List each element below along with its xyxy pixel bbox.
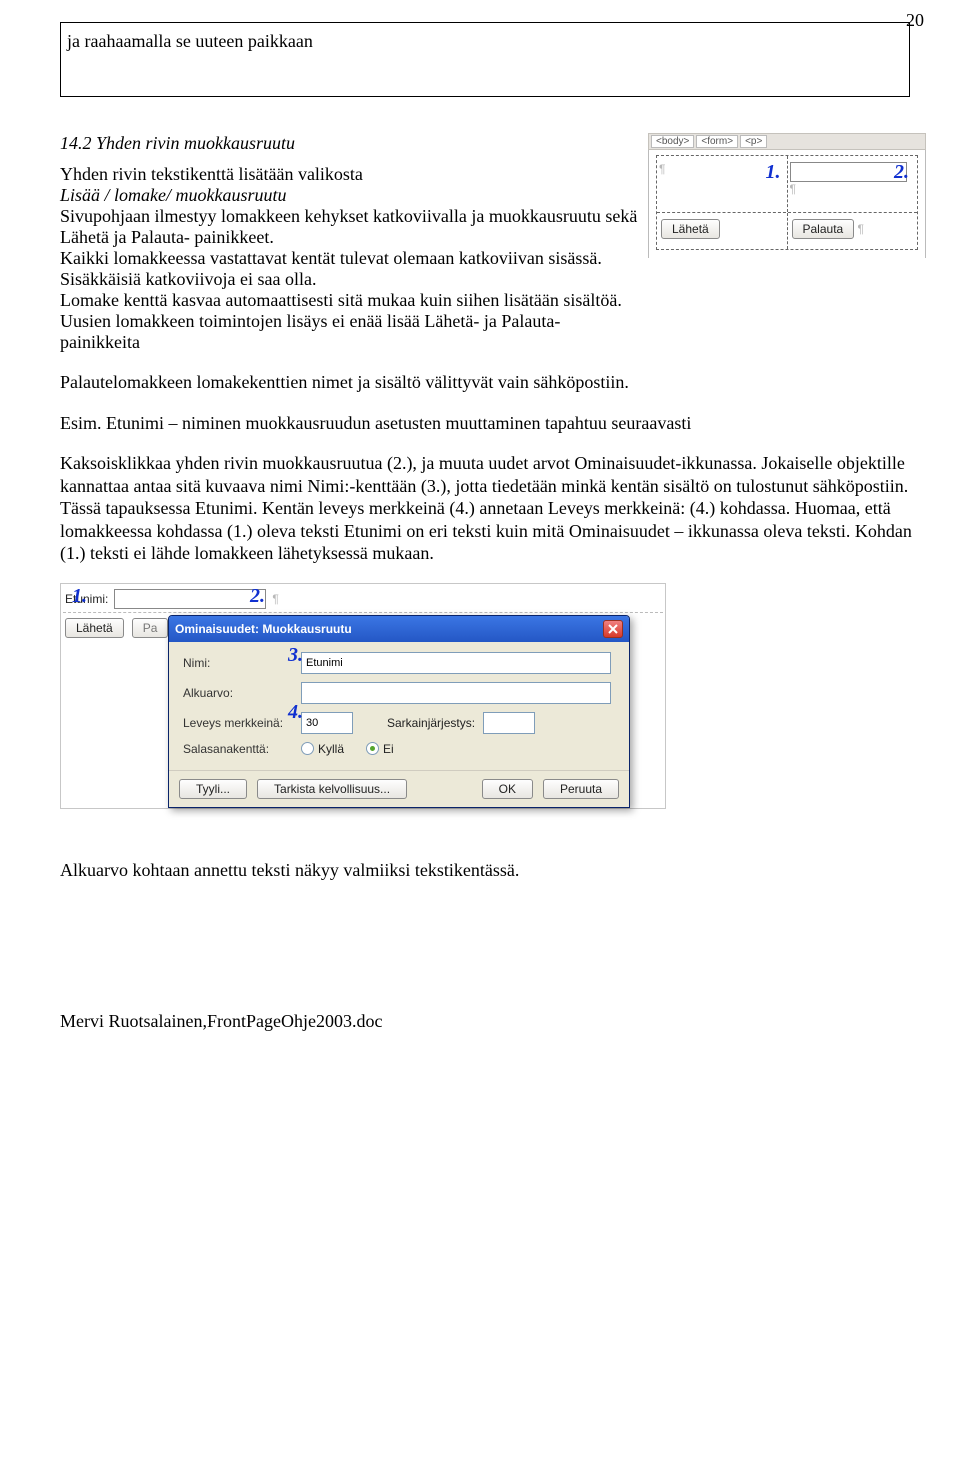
boxed-note-text: ja raahaamalla se uuteen paikkaan	[67, 31, 313, 51]
radio-icon	[301, 742, 314, 755]
dialog-body: Nimi: Alkuarvo: Leveys merkkeinä: Sarkai…	[169, 642, 629, 770]
after-shot2-para: Alkuarvo kohtaan annettu teksti näkyy va…	[60, 859, 926, 882]
label-sarkain: Sarkainjärjestys:	[387, 716, 475, 730]
pilcrow-icon: ¶	[858, 222, 864, 236]
input-leveys[interactable]	[301, 712, 353, 734]
form-outline: ¶ 1. ¶ 2. Lähetä	[656, 155, 918, 250]
boxed-note: ja raahaamalla se uuteen paikkaan	[60, 22, 910, 97]
section-para-3: Lomake kenttä kasvaa automaattisesti sit…	[60, 290, 640, 311]
screenshot-properties-dialog: 1. 2. 3. 4. Etunimi: ¶ Lähetä Pa Ominais…	[60, 583, 666, 809]
body-para-2: Esim. Etunimi – niminen muokkausruudun a…	[60, 412, 926, 435]
row-alkuarvo: Alkuarvo:	[183, 682, 615, 704]
tag-breadcrumb: <body> <form> <p>	[648, 133, 926, 150]
form-field-row: Etunimi: ¶	[63, 586, 663, 613]
input-nimi[interactable]	[301, 652, 611, 674]
submit-button[interactable]: Lähetä	[661, 219, 720, 239]
cancel-button[interactable]: Peruuta	[543, 779, 619, 799]
row-nimi: Nimi:	[183, 652, 615, 674]
radio-yes-label: Kyllä	[318, 742, 344, 756]
callout-1: 1.	[766, 161, 781, 184]
form-row-buttons: Lähetä Palauta ¶	[657, 213, 917, 249]
dialog-button-bar: Tyyli... Tarkista kelvollisuus... OK Per…	[169, 770, 629, 807]
ok-button[interactable]: OK	[482, 779, 533, 799]
properties-dialog: Ominaisuudet: Muokkausruutu Nimi: Alkuar…	[168, 615, 630, 808]
page: 20 ja raahaamalla se uuteen paikkaan 14.…	[0, 0, 960, 1072]
input-alkuarvo[interactable]	[301, 682, 611, 704]
menu-path: Lisää / lomake/ muokkausruutu	[60, 185, 287, 205]
text-input[interactable]	[790, 162, 907, 182]
breadcrumb-p[interactable]: <p>	[740, 135, 767, 148]
row-salasana: Salasanakenttä: Kyllä Ei	[183, 742, 615, 756]
pilcrow-icon: ¶	[659, 162, 665, 176]
callout-1: 1.	[72, 585, 87, 608]
close-icon[interactable]	[603, 620, 623, 638]
validate-button[interactable]: Tarkista kelvollisuus...	[257, 779, 407, 799]
callout-3: 3.	[288, 644, 303, 667]
radio-yes[interactable]: Kyllä	[301, 742, 344, 756]
body-para-1: Palautelomakkeen lomakekenttien nimet ja…	[60, 371, 926, 394]
section-text: 14.2 Yhden rivin muokkausruutu Yhden riv…	[60, 133, 640, 353]
body-para-3: Kaksoisklikkaa yhden rivin muokkausruutu…	[60, 452, 926, 565]
intro-text: Yhden rivin tekstikenttä lisätään valiko…	[60, 164, 363, 184]
callout-2: 2.	[250, 585, 265, 608]
form-row-1: ¶ 1. ¶ 2.	[657, 156, 917, 213]
callout-2: 2.	[894, 161, 909, 184]
screenshot-form-preview: <body> <form> <p> ¶ 1. ¶ 2.	[648, 133, 926, 258]
section-14-2: 14.2 Yhden rivin muokkausruutu Yhden riv…	[60, 133, 926, 353]
section-heading: 14.2 Yhden rivin muokkausruutu	[60, 133, 640, 154]
dialog-titlebar: Ominaisuudet: Muokkausruutu	[169, 616, 629, 642]
section-intro: Yhden rivin tekstikenttä lisätään valiko…	[60, 164, 640, 206]
radio-no[interactable]: Ei	[366, 742, 394, 756]
row-leveys: Leveys merkkeinä: Sarkainjärjestys:	[183, 712, 615, 734]
form-cell-input: ¶ 2.	[788, 156, 918, 212]
etunimi-input[interactable]	[114, 589, 266, 609]
page-number: 20	[906, 10, 924, 31]
submit-button[interactable]: Lähetä	[65, 618, 124, 638]
form-cell-label: ¶ 1.	[657, 156, 788, 212]
reset-button-partial[interactable]: Pa	[132, 618, 169, 638]
label-leveys: Leveys merkkeinä:	[183, 716, 293, 730]
breadcrumb-form[interactable]: <form>	[696, 135, 738, 148]
footer: Mervi Ruotsalainen,FrontPageOhje2003.doc	[60, 1011, 926, 1032]
section-para-2: Kaikki lomakkeessa vastattavat kentät tu…	[60, 248, 640, 290]
form-cell-reset: Palauta ¶	[788, 213, 918, 249]
radio-no-label: Ei	[383, 742, 394, 756]
input-sarkain[interactable]	[483, 712, 535, 734]
form-canvas: ¶ 1. ¶ 2. Lähetä	[648, 150, 926, 258]
dialog-title: Ominaisuudet: Muokkausruutu	[175, 622, 352, 636]
section-para-1: Sivupohjaan ilmestyy lomakkeen kehykset …	[60, 206, 640, 248]
callout-4: 4.	[288, 701, 303, 724]
reset-button[interactable]: Palauta	[792, 219, 855, 239]
section-para-4: Uusien lomakkeen toimintojen lisäys ei e…	[60, 311, 640, 353]
label-salasana: Salasanakenttä:	[183, 742, 293, 756]
form-cell-submit: Lähetä	[657, 213, 788, 249]
pilcrow-icon: ¶	[272, 592, 278, 606]
style-button[interactable]: Tyyli...	[179, 779, 247, 799]
label-alkuarvo: Alkuarvo:	[183, 686, 293, 700]
breadcrumb-body[interactable]: <body>	[651, 135, 694, 148]
radio-icon	[366, 742, 379, 755]
pilcrow-icon: ¶	[790, 182, 796, 196]
label-nimi: Nimi:	[183, 656, 293, 670]
